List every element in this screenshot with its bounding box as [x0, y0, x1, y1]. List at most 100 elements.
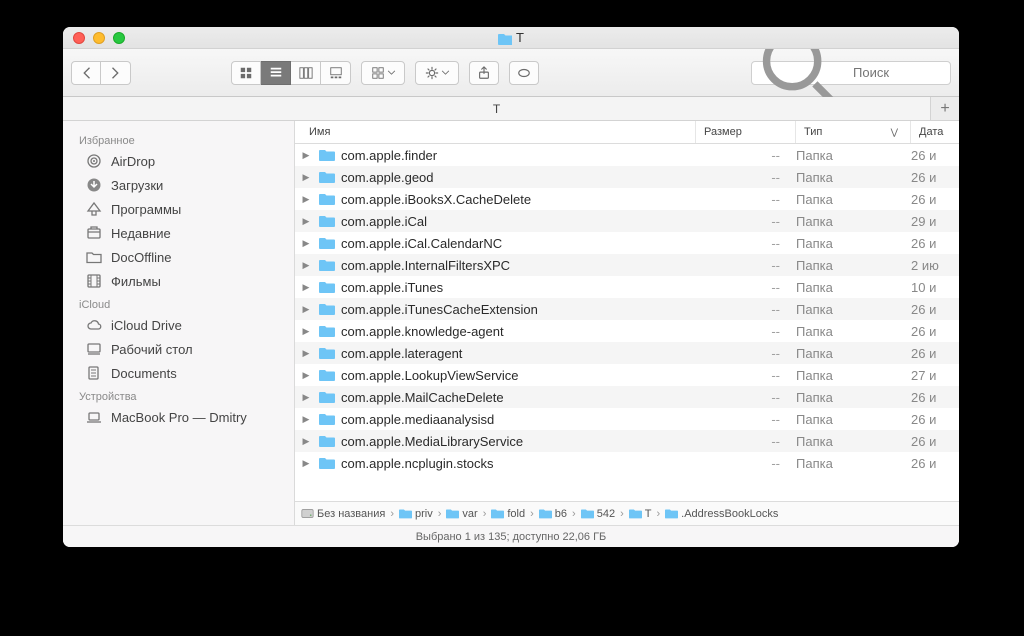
- file-size: --: [696, 324, 796, 339]
- window-title-text: T: [516, 30, 524, 45]
- file-date: 26 и: [911, 302, 959, 317]
- file-row[interactable]: ▶ com.apple.LookupViewService -- Папка 2…: [295, 364, 959, 386]
- file-size: --: [696, 214, 796, 229]
- file-date: 26 и: [911, 236, 959, 251]
- tags-button[interactable]: [509, 61, 539, 85]
- search-field[interactable]: [751, 61, 951, 85]
- column-date[interactable]: Дата: [911, 121, 959, 143]
- disclosure-triangle-icon[interactable]: ▶: [299, 150, 313, 161]
- close-button[interactable]: [73, 32, 85, 44]
- file-row[interactable]: ▶ com.apple.finder -- Папка 26 и: [295, 144, 959, 166]
- path-crumb-label: Без названия: [317, 508, 385, 520]
- file-row[interactable]: ▶ com.apple.MailCacheDelete -- Папка 26 …: [295, 386, 959, 408]
- new-tab-button[interactable]: +: [931, 97, 959, 120]
- file-row[interactable]: ▶ com.apple.iTunesCacheExtension -- Папк…: [295, 298, 959, 320]
- path-crumb[interactable]: T: [629, 507, 652, 520]
- file-row[interactable]: ▶ com.apple.knowledge-agent -- Папка 26 …: [295, 320, 959, 342]
- file-kind: Папка: [796, 236, 911, 251]
- file-row[interactable]: ▶ com.apple.iCal.CalendarNC -- Папка 26 …: [295, 232, 959, 254]
- disclosure-triangle-icon[interactable]: ▶: [299, 172, 313, 183]
- minimize-button[interactable]: [93, 32, 105, 44]
- column-name[interactable]: Имя: [295, 121, 696, 143]
- disclosure-triangle-icon[interactable]: ▶: [299, 326, 313, 337]
- list-view-button[interactable]: [261, 61, 291, 85]
- zoom-button[interactable]: [113, 32, 125, 44]
- column-headers: Имя Размер Тип⋁ Дата: [295, 121, 959, 144]
- file-date: 26 и: [911, 434, 959, 449]
- folder-icon: [629, 507, 642, 520]
- file-size: --: [696, 368, 796, 383]
- folder-icon: [581, 507, 594, 520]
- status-bar: Выбрано 1 из 135; доступно 22,06 ГБ: [63, 525, 959, 547]
- file-row[interactable]: ▶ com.apple.iTunes -- Папка 10 и: [295, 276, 959, 298]
- group-by-button[interactable]: [361, 61, 405, 85]
- sidebar-item[interactable]: Рабочий стол: [63, 337, 294, 361]
- forward-button[interactable]: [101, 61, 131, 85]
- sidebar-item-label: Программы: [111, 202, 181, 217]
- sidebar-item[interactable]: Программы: [63, 197, 294, 221]
- file-row[interactable]: ▶ com.apple.lateragent -- Папка 26 и: [295, 342, 959, 364]
- sidebar-item[interactable]: Загрузки: [63, 173, 294, 197]
- folder-icon: [319, 213, 335, 229]
- file-date: 29 и: [911, 214, 959, 229]
- chevron-icon: ›: [435, 508, 445, 520]
- path-crumb[interactable]: Без названия: [301, 507, 385, 520]
- search-input[interactable]: [853, 65, 944, 80]
- sidebar-item[interactable]: MacBook Pro — Dmitry: [63, 405, 294, 429]
- sidebar-item[interactable]: Недавние: [63, 221, 294, 245]
- file-kind: Папка: [796, 148, 911, 163]
- sidebar-item[interactable]: Фильмы: [63, 269, 294, 293]
- path-crumb[interactable]: 542: [581, 507, 615, 520]
- disclosure-triangle-icon[interactable]: ▶: [299, 370, 313, 381]
- action-button[interactable]: [415, 61, 459, 85]
- disclosure-triangle-icon[interactable]: ▶: [299, 348, 313, 359]
- file-row[interactable]: ▶ com.apple.ncplugin.stocks -- Папка 26 …: [295, 452, 959, 474]
- disclosure-triangle-icon[interactable]: ▶: [299, 260, 313, 271]
- file-name: com.apple.mediaanalysisd: [341, 412, 696, 427]
- share-button[interactable]: [469, 61, 499, 85]
- disclosure-triangle-icon[interactable]: ▶: [299, 304, 313, 315]
- folder-icon: [319, 235, 335, 251]
- sidebar-heading-favorites: Избранное: [63, 129, 294, 149]
- icon-view-button[interactable]: [231, 61, 261, 85]
- file-rows[interactable]: ▶ com.apple.finder -- Папка 26 и▶ com.ap…: [295, 144, 959, 501]
- disclosure-triangle-icon[interactable]: ▶: [299, 216, 313, 227]
- path-crumb-label: 542: [597, 508, 615, 520]
- file-row[interactable]: ▶ com.apple.InternalFiltersXPC -- Папка …: [295, 254, 959, 276]
- sidebar-item-label: Фильмы: [111, 274, 161, 289]
- column-view-button[interactable]: [291, 61, 321, 85]
- path-crumb[interactable]: priv: [399, 507, 433, 520]
- path-crumb[interactable]: var: [446, 507, 477, 520]
- sidebar-item[interactable]: AirDrop: [63, 149, 294, 173]
- file-size: --: [696, 170, 796, 185]
- disclosure-triangle-icon[interactable]: ▶: [299, 392, 313, 403]
- disclosure-triangle-icon[interactable]: ▶: [299, 194, 313, 205]
- file-name: com.apple.ncplugin.stocks: [341, 456, 696, 471]
- path-crumb[interactable]: b6: [539, 507, 567, 520]
- back-button[interactable]: [71, 61, 101, 85]
- file-row[interactable]: ▶ com.apple.iBooksX.CacheDelete -- Папка…: [295, 188, 959, 210]
- sidebar-item[interactable]: Documents: [63, 361, 294, 385]
- file-row[interactable]: ▶ com.apple.MediaLibraryService -- Папка…: [295, 430, 959, 452]
- tab-current[interactable]: T: [63, 97, 931, 120]
- nav-buttons: [71, 61, 131, 85]
- file-row[interactable]: ▶ com.apple.geod -- Папка 26 и: [295, 166, 959, 188]
- folder-icon: [319, 433, 335, 449]
- disclosure-triangle-icon[interactable]: ▶: [299, 414, 313, 425]
- laptop-icon: [85, 408, 103, 426]
- path-crumb[interactable]: .AddressBookLocks: [665, 507, 778, 520]
- film-icon: [85, 272, 103, 290]
- gallery-view-button[interactable]: [321, 61, 351, 85]
- sidebar-item[interactable]: iCloud Drive: [63, 313, 294, 337]
- sidebar-item[interactable]: DocOffline: [63, 245, 294, 269]
- file-row[interactable]: ▶ com.apple.mediaanalysisd -- Папка 26 и: [295, 408, 959, 430]
- disclosure-triangle-icon[interactable]: ▶: [299, 436, 313, 447]
- file-row[interactable]: ▶ com.apple.iCal -- Папка 29 и: [295, 210, 959, 232]
- column-size[interactable]: Размер: [696, 121, 796, 143]
- path-crumb[interactable]: fold: [491, 507, 525, 520]
- disclosure-triangle-icon[interactable]: ▶: [299, 238, 313, 249]
- column-kind[interactable]: Тип⋁: [796, 121, 911, 143]
- path-crumb-label: T: [645, 508, 652, 520]
- disclosure-triangle-icon[interactable]: ▶: [299, 458, 313, 469]
- disclosure-triangle-icon[interactable]: ▶: [299, 282, 313, 293]
